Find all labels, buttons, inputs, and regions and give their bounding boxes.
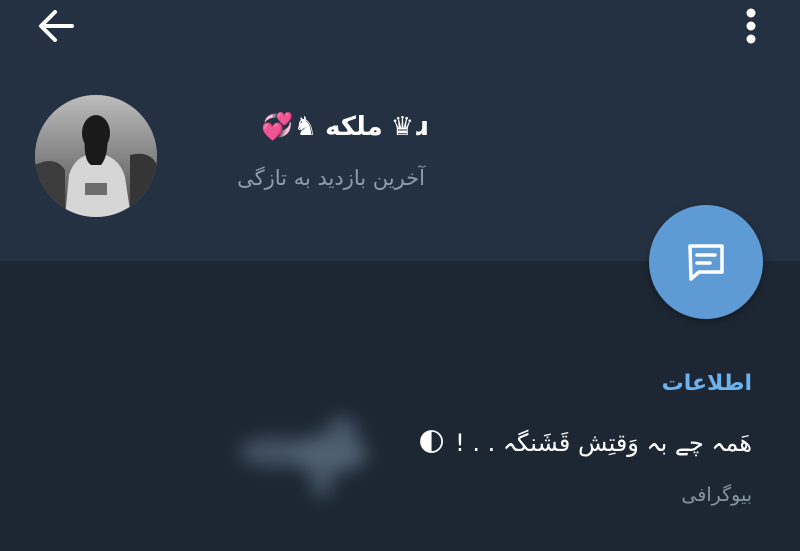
name-decoration-right: ♛ɹ [390, 112, 428, 142]
more-vertical-icon [746, 8, 756, 44]
arrow-left-icon [39, 10, 74, 42]
message-icon [688, 244, 724, 281]
name-decoration-left: 💞♞ [261, 112, 318, 142]
bio-row[interactable]: 🌓 هَمہ چے بہ وَقتِش قَشَنگہ . . ! [418, 428, 752, 458]
profile-name-text: ملکه [325, 112, 383, 142]
profile-name: 💞♞ ملکه ♛ɹ [261, 112, 428, 142]
bio-text: هَمہ چے بہ وَقتِش قَشَنگہ . . ! [455, 429, 752, 457]
send-message-button[interactable] [649, 205, 763, 319]
info-section-title: اطلاعات [661, 371, 752, 396]
more-options-button[interactable] [730, 4, 772, 48]
back-button[interactable] [30, 6, 82, 46]
profile-photo [35, 95, 157, 217]
blurred-redaction [240, 418, 367, 496]
bio-caption: بیوگرافی [681, 484, 752, 506]
avatar[interactable] [35, 95, 157, 217]
moon-emoji: 🌓 [418, 428, 446, 458]
last-seen-status: آخرین بازدید به تازگی [237, 166, 425, 190]
